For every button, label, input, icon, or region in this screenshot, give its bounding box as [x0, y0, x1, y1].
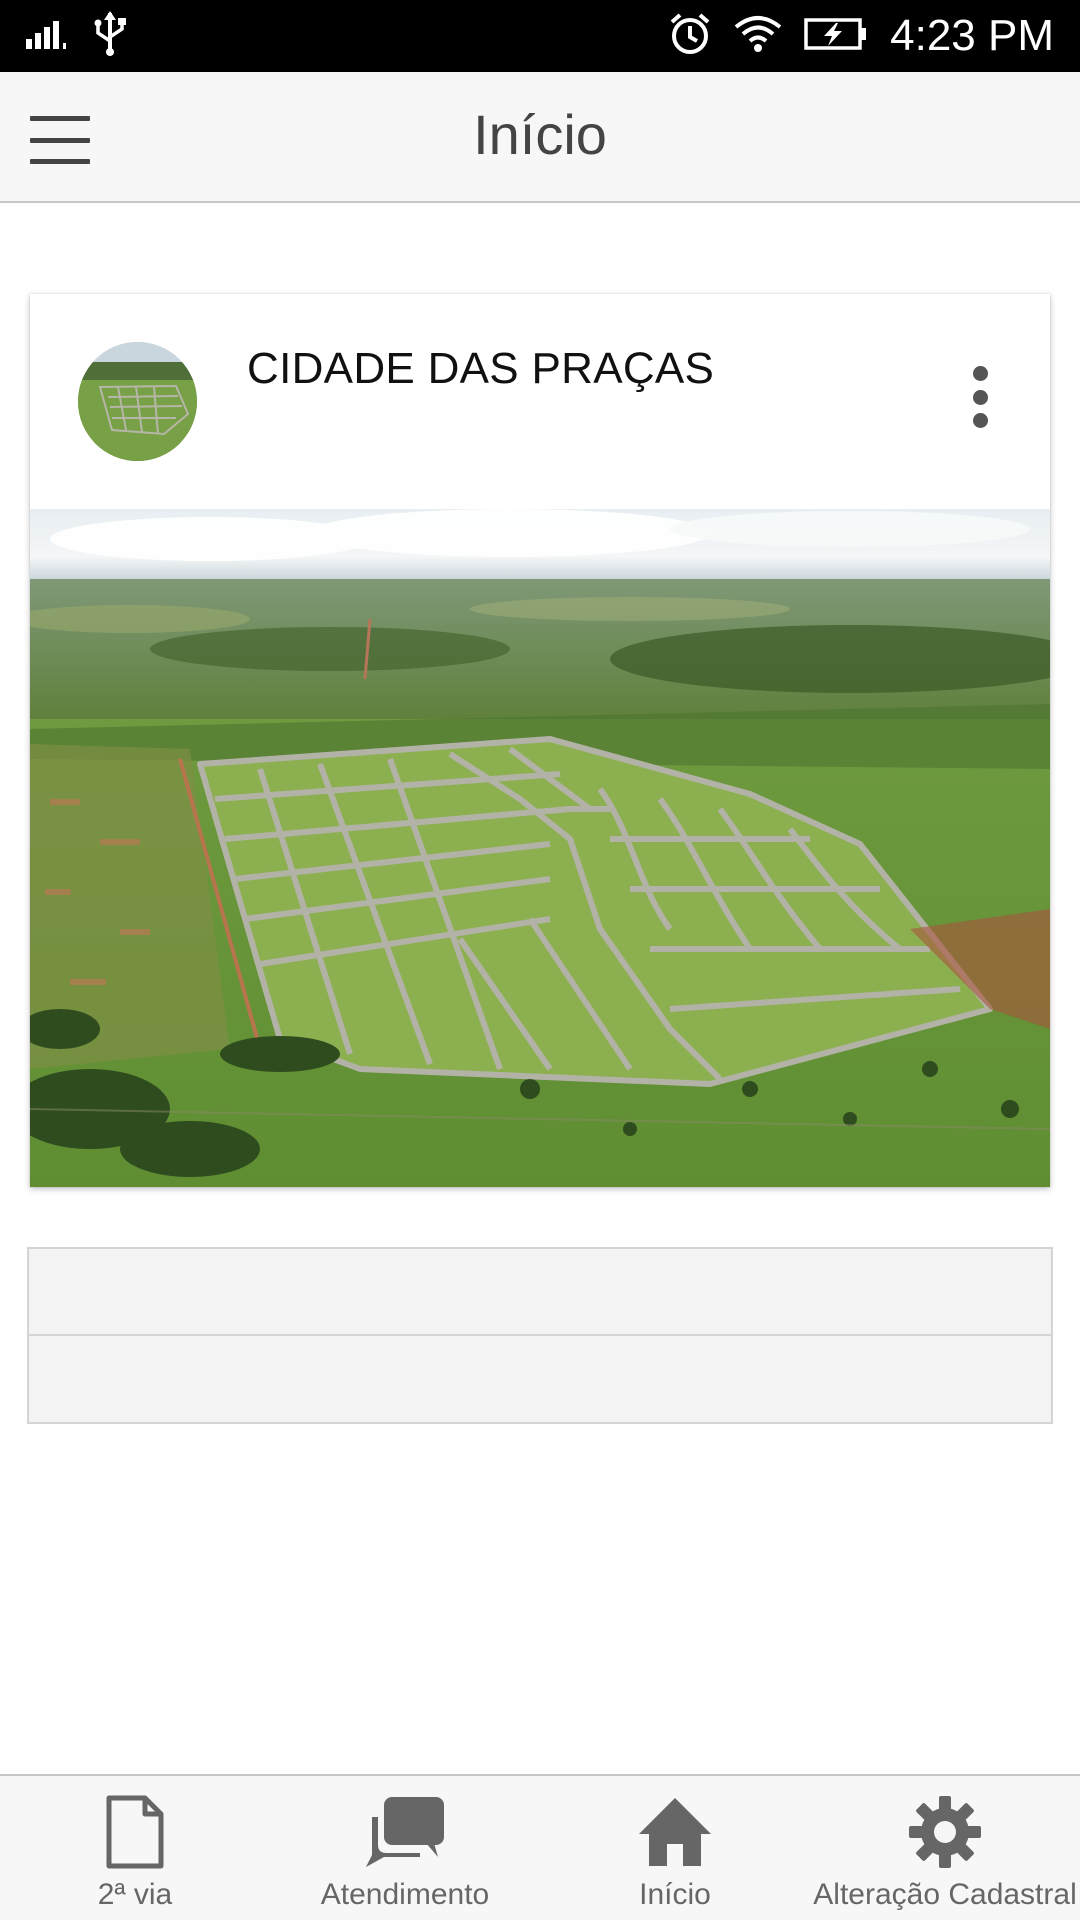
page-title: Início [473, 103, 607, 166]
development-card[interactable]: CIDADE DAS PRAÇAS [30, 294, 1050, 1187]
list-item[interactable] [29, 1249, 1051, 1336]
alarm-icon [668, 12, 712, 60]
development-name: CIDADE DAS PRAÇAS [247, 344, 715, 393]
battery-charging-icon [804, 17, 868, 55]
nav-label: 2ª via [97, 1878, 173, 1911]
list-item[interactable] [29, 1336, 1051, 1423]
empty-list [27, 1247, 1053, 1424]
more-vertical-icon[interactable] [960, 362, 1000, 432]
clock-time: 4:23 PM [890, 11, 1054, 60]
avatar [78, 342, 197, 461]
home-icon [637, 1790, 713, 1874]
nav-label: Início [639, 1878, 711, 1911]
bottom-nav: 2ª via Atendimento Início Alteração Cada… [0, 1774, 1080, 1920]
nav-label: Atendimento [320, 1878, 490, 1911]
app-bar: Início [0, 72, 1080, 203]
gear-icon [907, 1790, 983, 1874]
nav-item-2a-via[interactable]: 2ª via [0, 1776, 270, 1922]
status-bar: 4:23 PM [0, 0, 1080, 72]
wifi-icon [734, 15, 782, 57]
document-icon [105, 1790, 165, 1874]
aerial-photo [30, 509, 1050, 1187]
usb-icon [92, 11, 128, 61]
signal-icon [26, 19, 70, 53]
nav-label: Alteração Cadastral [813, 1878, 1077, 1911]
chat-bubbles-icon [364, 1790, 446, 1874]
nav-item-alteracao-cadastral[interactable]: Alteração Cadastral [810, 1776, 1080, 1922]
nav-item-inicio[interactable]: Início [540, 1776, 810, 1922]
card-header: CIDADE DAS PRAÇAS [30, 294, 1050, 509]
nav-item-atendimento[interactable]: Atendimento [270, 1776, 540, 1922]
